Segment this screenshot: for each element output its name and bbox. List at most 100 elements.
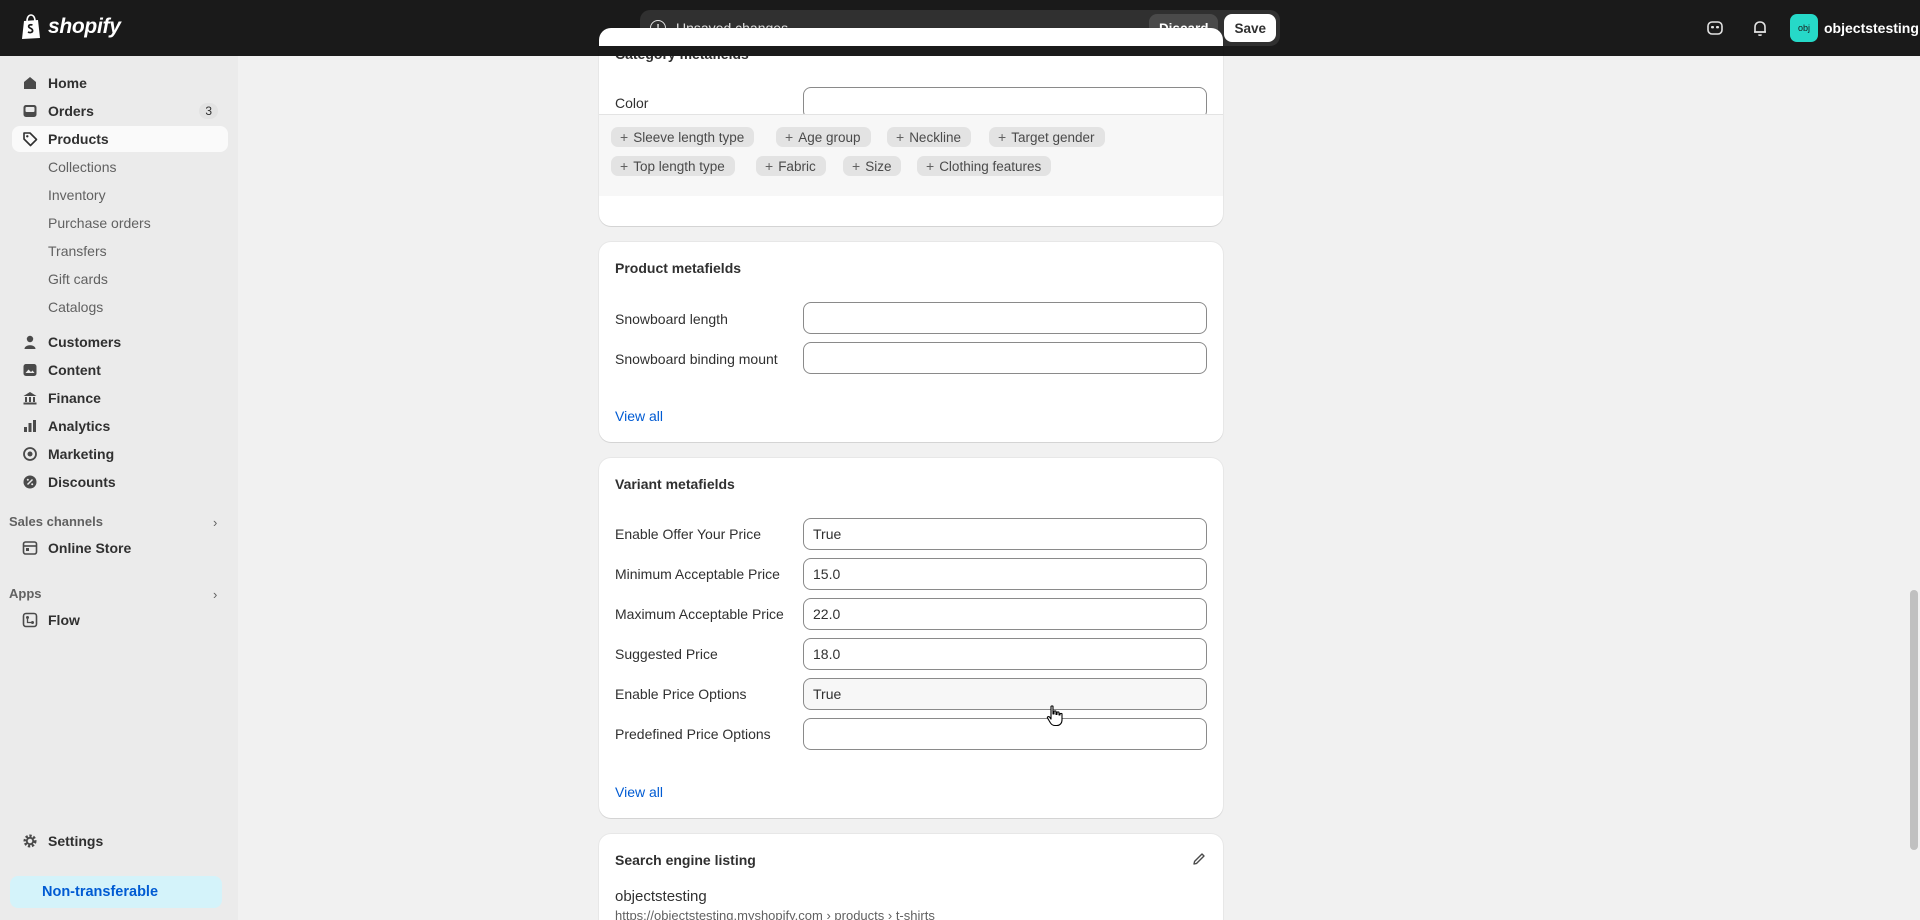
- sidebar-item-label: Customers: [48, 334, 122, 350]
- maximum-acceptable-price-field[interactable]: 22.0: [803, 598, 1207, 630]
- snowboard-length-label: Snowboard length: [615, 311, 728, 327]
- add-size-chip[interactable]: + Size: [843, 156, 902, 176]
- shopify-logo[interactable]: shopify: [20, 14, 121, 40]
- shopify-bag-icon: [22, 14, 40, 39]
- sales-channels-heading[interactable]: Sales channels: [9, 514, 103, 529]
- enable-price-options-field[interactable]: True: [803, 678, 1207, 710]
- snowboard-binding-mount-field[interactable]: [803, 342, 1207, 374]
- sidebar-item-transfers[interactable]: Transfers: [12, 238, 228, 264]
- apps-heading[interactable]: Apps: [9, 586, 42, 601]
- enable-offer-your-price-field[interactable]: True: [803, 518, 1207, 550]
- sidebar-item-finance[interactable]: Finance: [12, 385, 228, 411]
- sidebar-item-label: Marketing: [48, 446, 115, 462]
- variant-metafields-card: Variant metafields Enable Offer Your Pri…: [599, 458, 1223, 818]
- bank-icon: [22, 390, 38, 406]
- suggested-price-label: Suggested Price: [615, 646, 718, 662]
- search-engine-listing-card: Search engine listing objectstesting htt…: [599, 834, 1223, 920]
- orders-count-badge: 3: [199, 103, 218, 119]
- add-clothing-features-chip[interactable]: + Clothing features: [917, 156, 1052, 176]
- sidebar-item-label: Transfers: [48, 243, 107, 259]
- add-neckline-chip[interactable]: + Neckline: [887, 127, 971, 147]
- snowboard-binding-mount-label: Snowboard binding mount: [615, 351, 778, 367]
- target-icon: [22, 446, 38, 462]
- product-metafields-view-all-link[interactable]: View all: [615, 408, 663, 424]
- seo-store-name: objectstesting: [615, 888, 707, 905]
- add-fabric-chip[interactable]: + Fabric: [756, 156, 826, 176]
- plus-icon: +: [765, 158, 774, 174]
- snowboard-length-field[interactable]: [803, 302, 1207, 334]
- add-top-length-chip[interactable]: + Top length type: [611, 156, 735, 176]
- sidebar-item-label: Analytics: [48, 418, 111, 434]
- sidebar-item-products[interactable]: Products: [12, 126, 228, 152]
- chip-label: Age group: [798, 129, 861, 145]
- plus-icon: +: [852, 158, 861, 174]
- account-menu[interactable]: obj objectstesting: [1790, 14, 1919, 42]
- bar-chart-icon: [22, 418, 38, 434]
- plus-icon: +: [620, 129, 629, 145]
- variant-metafields-title: Variant metafields: [615, 476, 735, 492]
- content-icon: [22, 362, 38, 378]
- sidebar-item-label: Orders: [48, 103, 94, 119]
- edit-pencil-icon[interactable]: [1191, 851, 1207, 871]
- sidebar-item-discounts[interactable]: Discounts: [12, 469, 228, 495]
- sidebar-item-analytics[interactable]: Analytics: [12, 413, 228, 439]
- sidebar-item-flow[interactable]: Flow: [12, 607, 228, 633]
- sidebar-item-label: Discounts: [48, 474, 116, 490]
- sidebar-item-settings[interactable]: Settings: [12, 828, 228, 854]
- product-metafields-title: Product metafields: [615, 260, 742, 276]
- chevron-right-icon[interactable]: ›: [213, 515, 217, 530]
- chip-label: Sleeve length type: [633, 129, 745, 145]
- gear-icon: [22, 833, 38, 849]
- chip-label: Clothing features: [939, 158, 1042, 174]
- category-attribute-chips: + Sleeve length type + Age group + Neckline…: [599, 114, 1223, 196]
- seo-url: https://objectstesting.myshopify.com › p…: [615, 908, 935, 920]
- plus-icon: +: [926, 158, 935, 174]
- sidebar-item-label: Collections: [48, 159, 117, 175]
- search-engine-listing-title: Search engine listing: [615, 852, 756, 868]
- sidebar-item-catalogs[interactable]: Catalogs: [12, 294, 228, 320]
- non-transferable-banner[interactable]: Non-transferable: [10, 876, 222, 908]
- sidebar-nav: Home Orders 3 Products Collections Inven…: [0, 56, 238, 920]
- add-sleeve-length-chip[interactable]: + Sleeve length type: [611, 127, 755, 147]
- sidebar-item-inventory[interactable]: Inventory: [12, 182, 228, 208]
- sidebar-item-content[interactable]: Content: [12, 357, 228, 383]
- discount-badge-icon: [22, 474, 38, 490]
- plus-icon: +: [896, 129, 905, 145]
- sidebar-item-customers[interactable]: Customers: [12, 329, 228, 355]
- notification-bell-icon[interactable]: [1748, 16, 1772, 40]
- predefined-price-options-label: Predefined Price Options: [615, 726, 771, 742]
- sidekick-icon[interactable]: [1703, 16, 1727, 40]
- sidebar-item-label: Purchase orders: [48, 215, 151, 231]
- sidebar-item-purchase-orders[interactable]: Purchase orders: [12, 210, 228, 236]
- chevron-right-icon[interactable]: ›: [213, 587, 217, 602]
- suggested-price-field[interactable]: 18.0: [803, 638, 1207, 670]
- sidebar-item-gift-cards[interactable]: Gift cards: [12, 266, 228, 292]
- sidebar-item-label: Flow: [48, 612, 80, 628]
- sidebar-item-orders[interactable]: Orders 3: [12, 98, 228, 124]
- color-field-label: Color: [615, 95, 649, 111]
- page-scrollbar[interactable]: [1910, 590, 1918, 850]
- sidebar-item-collections[interactable]: Collections: [12, 154, 228, 180]
- save-button[interactable]: Save: [1224, 14, 1276, 42]
- store-avatar: obj: [1790, 14, 1818, 42]
- category-metafields-card: Category metafields Color +Sleeve length…: [599, 28, 1223, 226]
- sidebar-item-marketing[interactable]: Marketing: [12, 441, 228, 467]
- add-age-group-chip[interactable]: + Age group: [776, 127, 871, 147]
- person-icon: [22, 334, 38, 350]
- plus-icon: +: [785, 129, 794, 145]
- predefined-price-options-field[interactable]: [803, 718, 1207, 750]
- store-name: objectstesting: [1824, 20, 1919, 36]
- variant-metafields-view-all-link[interactable]: View all: [615, 784, 663, 800]
- chip-label: Size: [865, 158, 892, 174]
- chip-label: Target gender: [1011, 129, 1095, 145]
- minimum-acceptable-price-field[interactable]: 15.0: [803, 558, 1207, 590]
- sidebar-item-label: Settings: [48, 833, 104, 849]
- hand-cursor-icon: [1046, 705, 1064, 731]
- sidebar-item-online-store[interactable]: Online Store: [12, 535, 228, 561]
- sidebar-item-home[interactable]: Home: [12, 70, 228, 96]
- add-target-gender-chip[interactable]: + Target gender: [989, 127, 1105, 147]
